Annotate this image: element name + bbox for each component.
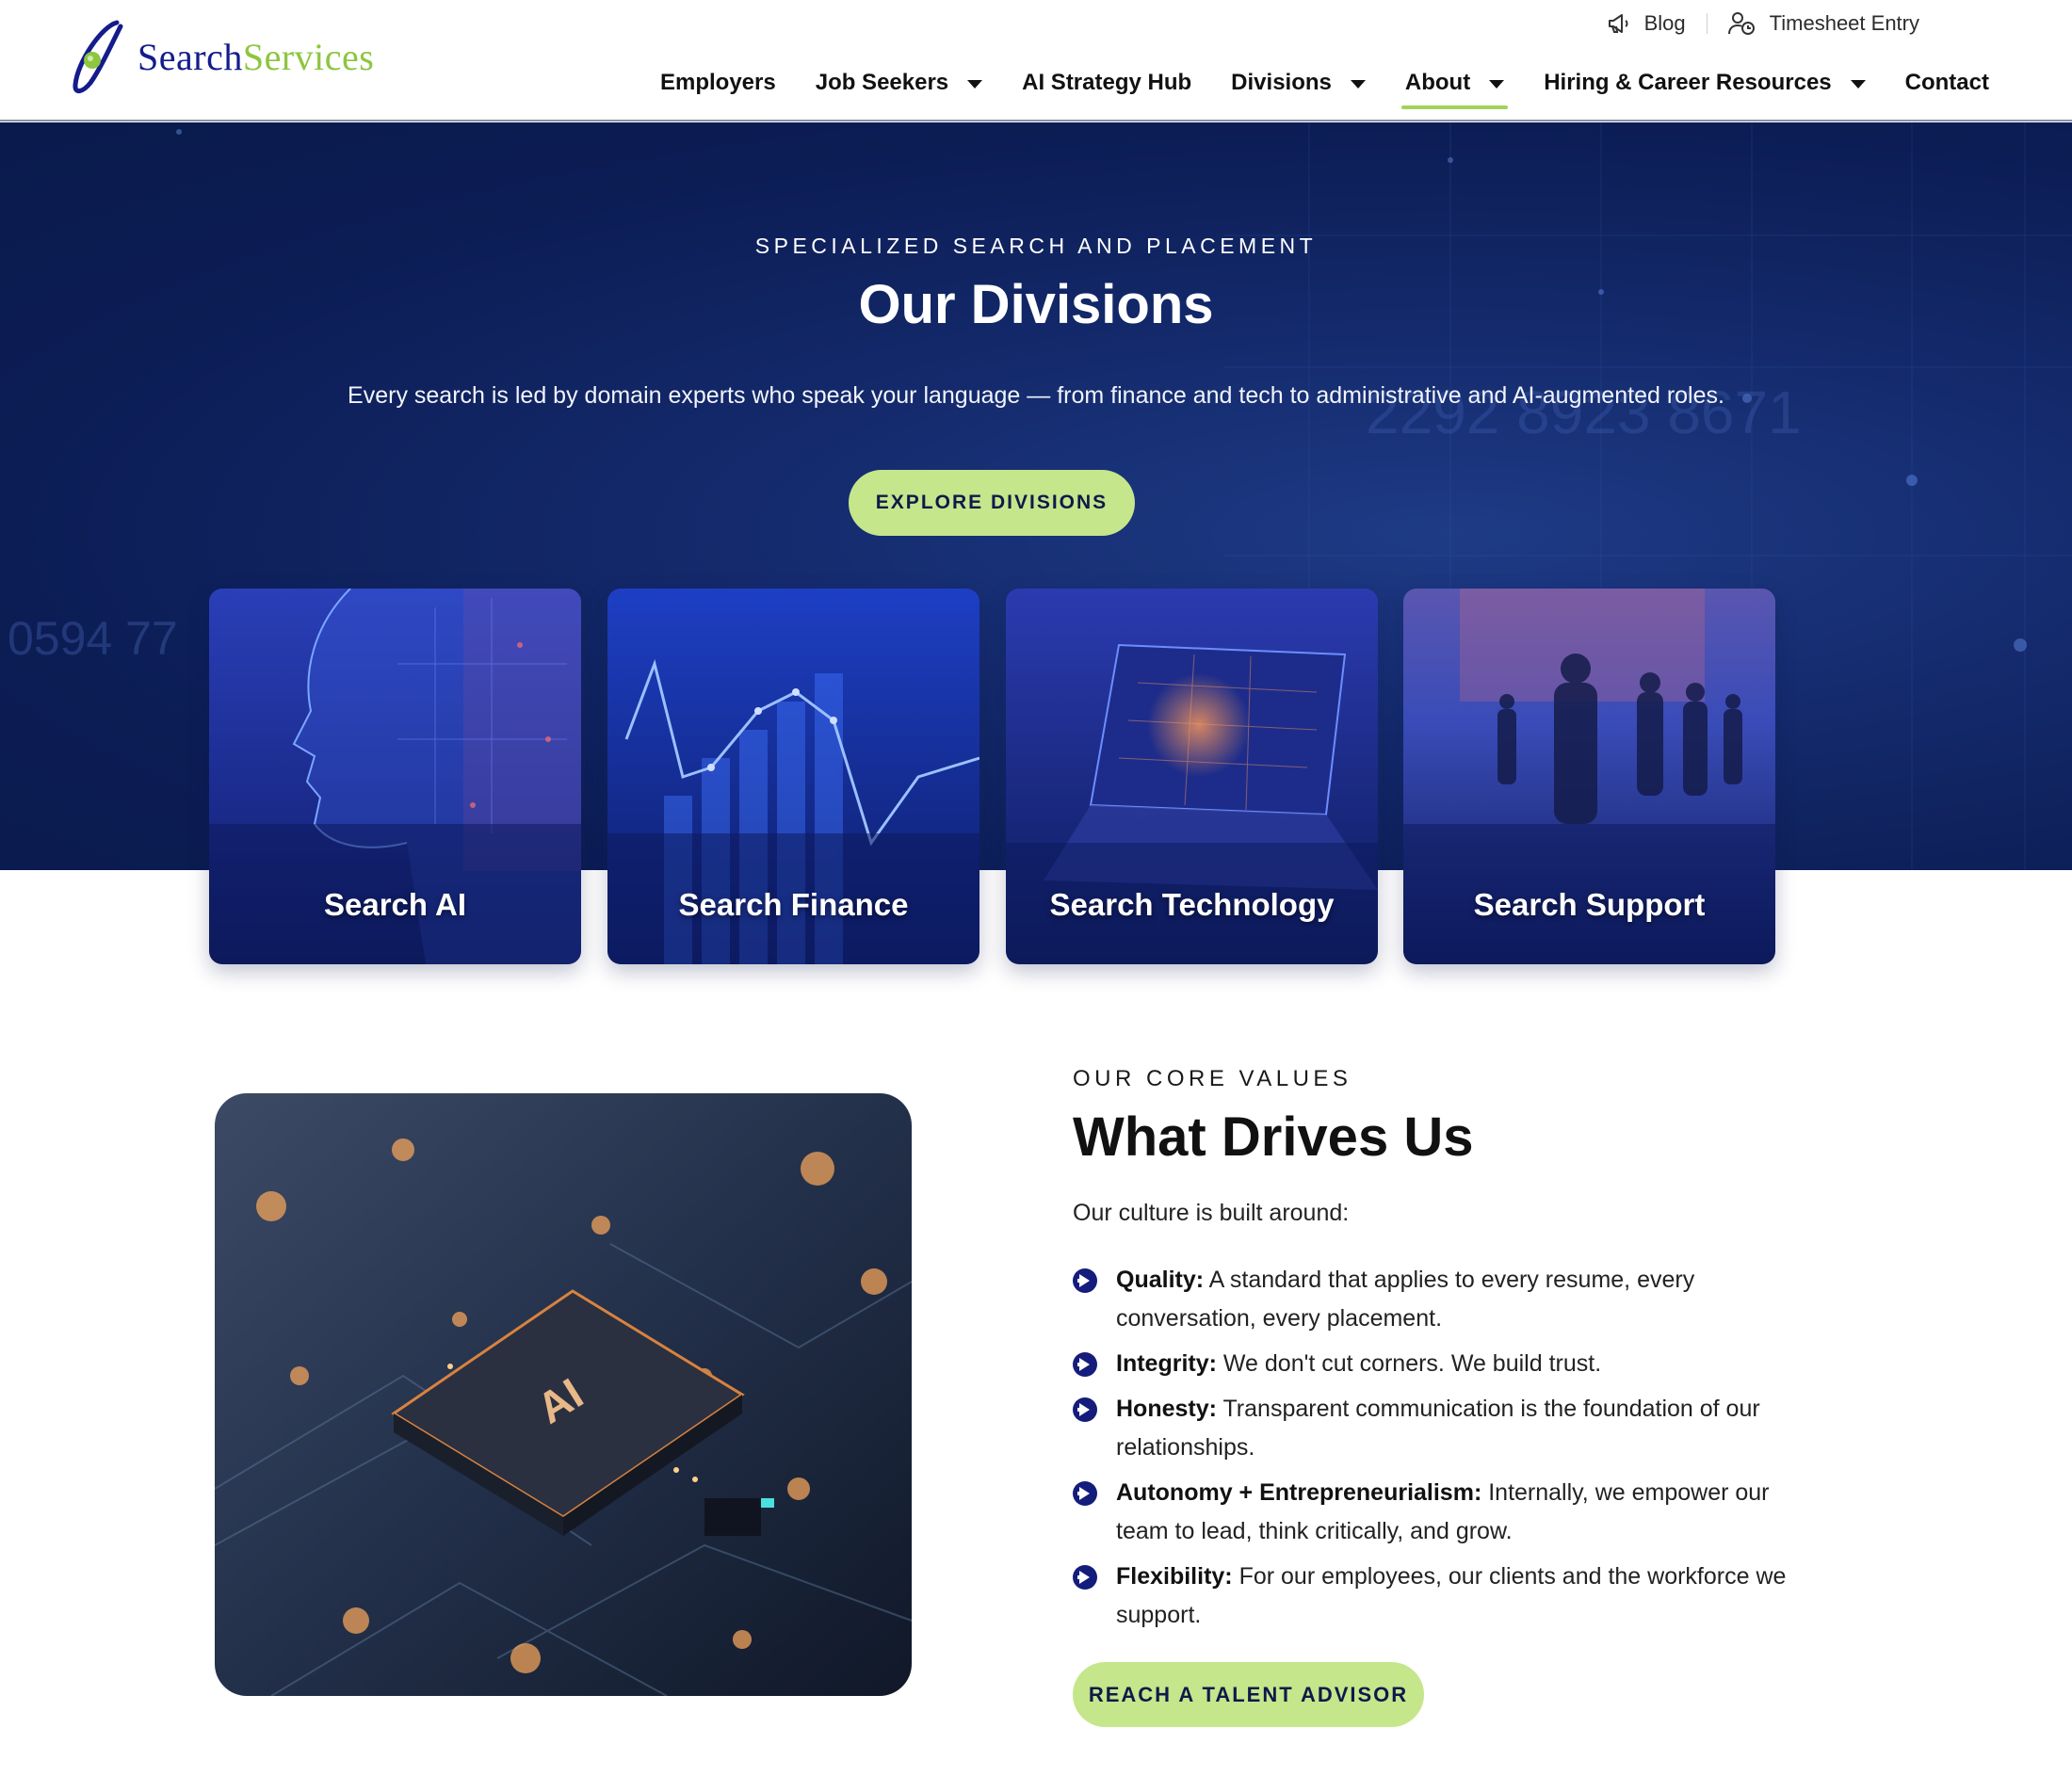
blog-link[interactable]: Blog [1607,11,1686,36]
nav-job-seekers[interactable]: Job Seekers [796,58,1002,107]
logo-word-search: Search [138,35,243,78]
value-text: A standard that applies to every resume,… [1116,1267,1695,1332]
arrow-circle-icon [1073,1481,1097,1506]
arrow-circle-icon [1073,1565,1097,1590]
nav-employers[interactable]: Employers [640,58,796,107]
arrow-circle-icon [1073,1352,1097,1377]
nav-divisions[interactable]: Divisions [1211,58,1385,107]
nav-about[interactable]: About [1385,58,1524,109]
logo-word-services: Services [242,35,375,78]
value-term: Honesty: [1116,1396,1217,1422]
nav-label: Hiring & Career Resources [1544,70,1832,95]
value-item-quality: Quality: A standard that applies to ever… [1073,1261,1789,1338]
user-clock-icon [1727,12,1755,35]
division-card-label: Search AI [323,887,466,922]
division-card-search-support[interactable]: Search Support [1403,589,1775,964]
division-card-label: Search Technology [1049,887,1335,922]
value-text: We don't cut corners. We build trust. [1216,1350,1602,1377]
value-term: Flexibility: [1116,1563,1233,1590]
value-item-integrity: Integrity: We don't cut corners. We buil… [1073,1345,1789,1383]
nav-label: AI Strategy Hub [1022,70,1192,95]
caret-down-icon [1350,80,1366,89]
division-card-label: Search Finance [678,887,909,922]
nav-hiring-career-resources[interactable]: Hiring & Career Resources [1524,58,1885,107]
site-logo[interactable]: SearchServices [68,17,426,96]
timesheet-link[interactable]: Timesheet Entry [1727,11,1919,36]
bg-number-text: 0594 77 [8,612,178,665]
hero-description: Every search is led by domain experts wh… [348,382,1724,409]
caret-down-icon [1489,80,1505,89]
values-title: What Drives Us [1073,1106,1474,1168]
nav-contact[interactable]: Contact [1886,58,2009,107]
ai-chip-image: AI [215,1093,912,1696]
division-card-search-finance[interactable]: Search Finance [607,589,979,964]
value-term: Autonomy + Entrepreneurialism: [1116,1479,1482,1506]
division-card-search-technology[interactable]: Search Technology [1006,589,1378,964]
nav-label: Contact [1904,70,1989,95]
nav-label: Employers [660,70,776,95]
value-item-honesty: Honesty: Transparent communication is th… [1073,1390,1789,1467]
nav-label: Divisions [1231,70,1332,95]
nav-ai-strategy-hub[interactable]: AI Strategy Hub [1002,58,1211,107]
values-intro: Our culture is built around: [1073,1200,1350,1226]
division-card-search-ai[interactable]: Search AI [209,589,581,964]
caret-down-icon [967,80,983,89]
utility-nav: Blog Timesheet Entry [1607,8,1919,40]
core-values-list: Quality: A standard that applies to ever… [1073,1261,1789,1641]
arrow-circle-icon [1073,1397,1097,1422]
hero-eyebrow: SPECIALIZED SEARCH AND PLACEMENT [754,234,1318,258]
nav-label: About [1404,70,1471,95]
value-item-autonomy: Autonomy + Entrepreneurialism: Internall… [1073,1474,1789,1551]
explore-divisions-button[interactable]: EXPLORE DIVISIONS [849,470,1135,536]
logo-wordmark: SearchServices [138,35,374,79]
utility-divider [1706,13,1708,34]
reach-talent-advisor-button[interactable]: REACH A TALENT ADVISOR [1073,1662,1424,1727]
timesheet-label: Timesheet Entry [1769,11,1919,35]
main-nav: Employers Job Seekers AI Strategy Hub Di… [640,58,2009,109]
division-card-label: Search Support [1473,887,1706,922]
hero-title: Our Divisions [858,274,1214,335]
megaphone-icon [1608,14,1628,33]
value-term: Integrity: [1116,1350,1217,1377]
blog-label: Blog [1643,11,1686,35]
arrow-circle-icon [1073,1268,1097,1293]
nav-label: Job Seekers [815,70,949,95]
value-term: Quality: [1116,1267,1205,1293]
caret-down-icon [1850,80,1866,89]
value-item-flexibility: Flexibility: For our employees, our clie… [1073,1558,1789,1635]
logo-swoosh-icon [68,17,130,96]
site-header: SearchServices Blog Timesheet Entry Empl… [0,0,2072,121]
values-eyebrow: OUR CORE VALUES [1073,1066,1352,1091]
